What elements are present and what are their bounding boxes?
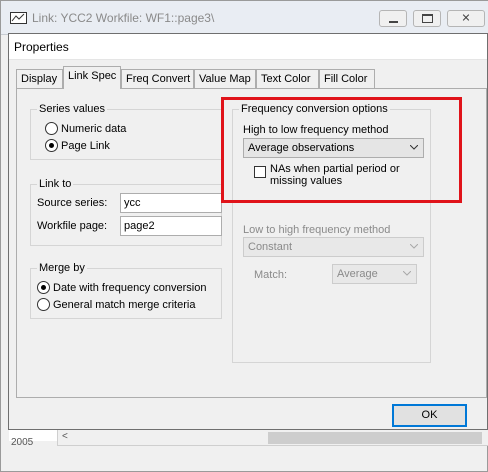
series-values-group: Series values Numeric data Page Link [30,103,222,160]
link-window-icon [10,12,27,24]
ok-button[interactable]: OK [392,404,467,427]
radio-numeric-data-circle[interactable] [45,122,58,135]
match-select[interactable]: Average [332,264,417,284]
close-button[interactable]: ✕ [447,10,485,27]
tab-fill-color[interactable]: Fill Color [319,69,375,88]
freq-conversion-heading: Frequency conversion options [239,103,390,115]
radio-numeric-data[interactable]: Numeric data [45,122,126,135]
radio-page-link-label: Page Link [61,139,110,152]
source-series-label: Source series: [37,197,108,209]
match-value: Average [337,268,378,280]
properties-dialog: Properties Display Link Spec Freq Conver… [8,33,488,430]
series-values-heading: Series values [37,103,108,115]
horizontal-scrollbar[interactable]: < [57,429,488,446]
radio-numeric-data-label: Numeric data [61,122,127,135]
minimize-button[interactable] [379,10,407,27]
dialog-title: Properties [14,40,69,54]
freq-conversion-group: Frequency conversion options High to low… [232,103,431,363]
high-to-low-select[interactable]: Average observations [243,138,424,158]
close-icon: ✕ [461,12,471,24]
tab-value-map[interactable]: Value Map [194,69,256,88]
dialog-titlebar[interactable]: Properties [9,34,487,60]
low-to-high-label: Low to high frequency method [243,224,391,236]
chevron-down-icon [410,145,418,150]
tab-freq-convert[interactable]: Freq Convert [121,69,194,88]
radio-general-match-merge-label: General match merge criteria [53,298,196,311]
low-to-high-value: Constant [248,241,293,253]
scrollbar-thumb[interactable] [268,432,482,444]
high-to-low-label: High to low frequency method [243,124,389,136]
radio-page-link-circle[interactable] [45,139,58,152]
match-label: Match: [254,269,288,281]
link-window-titlebar[interactable]: Link: YCC2 Workfile: WF1::page3\ ✕ [1,1,488,35]
maximize-button[interactable] [413,10,441,27]
tab-text-color[interactable]: Text Color [256,69,319,88]
low-to-high-select[interactable]: Constant [243,237,424,257]
radio-date-freq-conversion[interactable]: Date with frequency conversion [37,281,206,294]
tab-display[interactable]: Display [16,69,63,88]
workfile-page-label: Workfile page: [37,220,108,232]
merge-by-group: Merge by Date with frequency conversion … [30,262,222,319]
radio-general-match-merge-circle[interactable] [37,298,50,311]
minimize-icon [389,21,398,23]
source-series-input[interactable]: ycc [120,193,222,213]
na-partial-period-label-line1: NAs when partial period or [270,163,400,175]
link-to-group: Link to Source series: ycc Workfile page… [30,178,222,246]
na-partial-period-label-line2: missing values [270,175,343,187]
workfile-page-input[interactable]: page2 [120,216,222,236]
high-to-low-value: Average observations [248,142,355,154]
chevron-down-icon [410,244,418,249]
tab-link-spec[interactable]: Link Spec [63,66,121,89]
scroll-left-icon[interactable]: < [62,431,68,442]
radio-date-freq-conversion-label: Date with frequency conversion [53,281,207,294]
link-to-heading: Link to [37,178,74,190]
radio-page-link[interactable]: Page Link [45,139,110,152]
link-spec-panel: Series values Numeric data Page Link Lin… [16,88,487,398]
chevron-down-icon [403,271,411,276]
maximize-icon [422,14,433,23]
radio-date-freq-conversion-circle[interactable] [37,281,50,294]
merge-by-heading: Merge by [37,262,87,274]
link-window-title: Link: YCC2 Workfile: WF1::page3\ [32,11,215,25]
na-partial-period-checkbox[interactable] [254,166,266,178]
row-label: 2005 [11,437,34,448]
radio-general-match-merge[interactable]: General match merge criteria [37,298,195,311]
